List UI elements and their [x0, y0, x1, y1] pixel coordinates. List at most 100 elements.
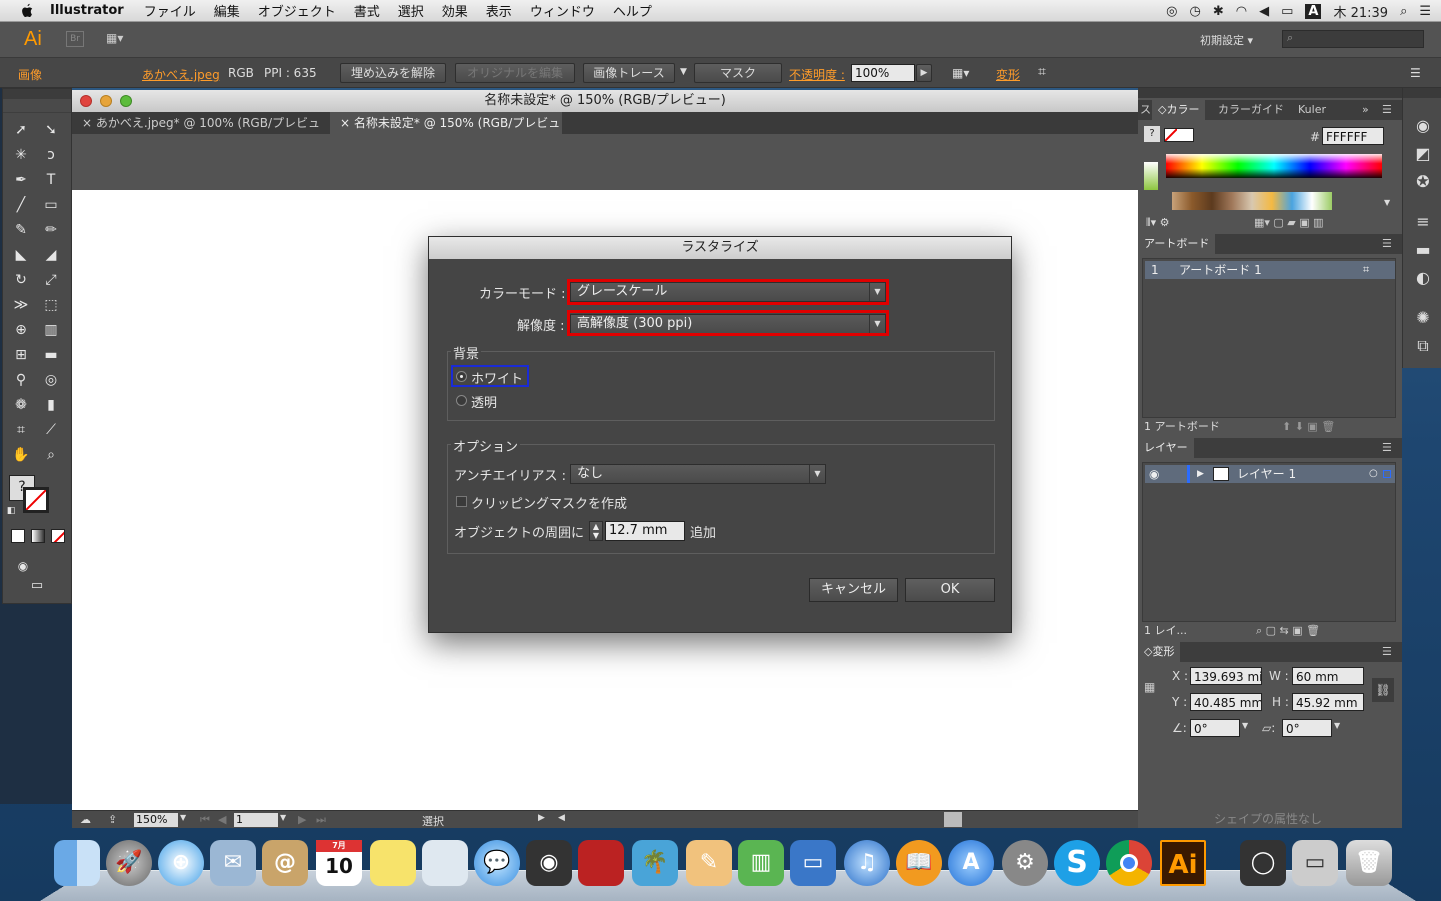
close-window-button[interactable]: [80, 95, 92, 107]
close-tab-icon[interactable]: ×: [82, 116, 92, 130]
rotate-dropdown-icon[interactable]: ▼: [1242, 721, 1248, 730]
panel-menu-icon[interactable]: ☰: [1376, 234, 1398, 254]
tab-layers[interactable]: レイヤー: [1138, 438, 1194, 458]
battery-icon[interactable]: ▭: [1281, 4, 1293, 19]
minimize-window-button[interactable]: [100, 95, 112, 107]
clipping-mask-label[interactable]: クリッピングマスクを作成: [471, 493, 627, 512]
pen-tool-icon[interactable]: ✒: [9, 169, 33, 191]
tools-panel-grip[interactable]: [3, 99, 71, 113]
spotlight-icon[interactable]: ⌕: [1400, 4, 1407, 19]
menu-help[interactable]: ヘルプ: [613, 1, 652, 20]
menu-select[interactable]: 選択: [398, 1, 424, 20]
bg-transparent-label[interactable]: 透明: [471, 392, 497, 411]
panel-expand-icon[interactable]: »: [1356, 100, 1375, 120]
swatch-library-icon[interactable]: ⫴▾ ⚙: [1146, 216, 1170, 230]
layer-row[interactable]: ◉ ▶ レイヤー 1 ○: [1145, 465, 1395, 483]
shear-dropdown-icon[interactable]: ▼: [1334, 721, 1340, 730]
tab-artboards[interactable]: アートボード: [1138, 234, 1216, 254]
document-title-bar[interactable]: 名称未設定* @ 150% (RGB/プレビュー): [72, 90, 1138, 112]
gradient-mode-button[interactable]: [31, 529, 45, 543]
perspective-grid-tool-icon[interactable]: ▥: [39, 319, 63, 341]
swatch-scroll-icon[interactable]: ▼: [1384, 198, 1390, 207]
notification-center-icon[interactable]: ☰: [1419, 4, 1431, 19]
tab-swatches[interactable]: ス: [1138, 100, 1153, 120]
image-trace-button[interactable]: 画像トレース: [583, 63, 675, 83]
artboard-actions-icons[interactable]: ⬆ ⬇ ▣ 🗑: [1282, 418, 1335, 436]
graphic-styles-icon[interactable]: ◩: [1412, 144, 1434, 164]
hand-tool-icon[interactable]: ✋: [9, 444, 33, 466]
appearance-icon[interactable]: ◉: [1412, 116, 1434, 136]
brushes-panel-icon[interactable]: ✺: [1412, 308, 1434, 328]
links-panel-icon[interactable]: ⧉: [1412, 336, 1434, 356]
tab-akabee[interactable]: × あかべえ.jpeg* @ 100% (RGB/プレビュー): [72, 112, 330, 152]
share-icon[interactable]: ⇪: [108, 813, 117, 826]
system-preferences-icon[interactable]: ⚙: [1002, 840, 1048, 886]
paintbrush-tool-icon[interactable]: ✎: [9, 219, 33, 241]
zoom-tool-icon[interactable]: ⌕: [39, 444, 63, 466]
horizontal-scrollbar-thumb[interactable]: [944, 812, 962, 827]
rotate-tool-icon[interactable]: ↻: [9, 269, 33, 291]
tab-color[interactable]: ◇カラー: [1152, 100, 1206, 120]
tab-transform[interactable]: ◇変形: [1138, 642, 1181, 662]
screen-mode-icon[interactable]: ▭: [25, 575, 49, 597]
gradient-panel-icon[interactable]: ▬: [1412, 240, 1434, 260]
tab-kuler[interactable]: Kuler: [1292, 100, 1332, 120]
scale-tool-icon[interactable]: ⤢: [39, 269, 63, 291]
magic-wand-tool-icon[interactable]: ✳: [9, 144, 33, 166]
help-search-input[interactable]: ⌕: [1282, 30, 1424, 48]
iphoto-icon[interactable]: 🌴: [632, 840, 678, 886]
time-machine-icon[interactable]: ◷: [1190, 4, 1201, 19]
volume-icon[interactable]: ◀: [1259, 4, 1269, 19]
gradient-tool-icon[interactable]: ▬: [39, 344, 63, 366]
control-panel-menu-icon[interactable]: ☰: [1410, 66, 1421, 80]
shear-input[interactable]: 0°: [1282, 719, 1332, 737]
numbers-icon[interactable]: ▥: [738, 840, 784, 886]
color-spectrum[interactable]: [1166, 154, 1382, 178]
stroke-swatch[interactable]: [23, 487, 49, 513]
none-mode-button[interactable]: [51, 529, 65, 543]
symbols-icon[interactable]: ✪: [1412, 172, 1434, 192]
zoom-dropdown-icon[interactable]: ▼: [180, 813, 186, 822]
blend-tool-icon[interactable]: ◎: [39, 369, 63, 391]
opacity-arrow-button[interactable]: ▶: [916, 64, 932, 82]
color-swatch-row[interactable]: [1164, 128, 1194, 142]
opacity-link[interactable]: 不透明度 :: [789, 66, 845, 83]
menu-type[interactable]: 書式: [354, 1, 380, 20]
line-tool-icon[interactable]: ╱: [9, 194, 33, 216]
linked-file-link[interactable]: あかべえ.jpeg: [142, 66, 220, 83]
first-page-icon[interactable]: ⏮: [200, 813, 210, 827]
illustrator-icon[interactable]: Ai: [1160, 840, 1206, 886]
menu-app-name[interactable]: Illustrator: [50, 3, 124, 18]
tools-panel-header[interactable]: [3, 89, 71, 99]
screenshot-icon[interactable]: ▭: [1292, 840, 1338, 886]
stroke-panel-icon[interactable]: ≡: [1412, 212, 1434, 232]
mask-button[interactable]: マスク: [694, 63, 782, 83]
keynote-icon[interactable]: ▭: [790, 840, 836, 886]
width-tool-icon[interactable]: ≫: [9, 294, 33, 316]
messages-icon[interactable]: 💬: [474, 840, 520, 886]
artboard-row[interactable]: 1 アートボード 1 ⌗: [1145, 261, 1395, 279]
rotate-input[interactable]: 0°: [1190, 719, 1240, 737]
direct-selection-tool-icon[interactable]: ➘: [39, 119, 63, 141]
visibility-eye-icon[interactable]: ◉: [1149, 465, 1159, 483]
chrome-icon[interactable]: [1106, 840, 1152, 886]
rectangle-tool-icon[interactable]: ▭: [39, 194, 63, 216]
ibooks-icon[interactable]: 📖: [896, 840, 942, 886]
edit-original-button[interactable]: オリジナルを編集: [455, 63, 575, 83]
tab-color-guide[interactable]: カラーガイド: [1212, 100, 1290, 120]
next-page-icon[interactable]: ▶: [298, 813, 306, 826]
panel-menu-icon[interactable]: ☰: [1376, 438, 1398, 458]
layer-selection-indicator[interactable]: [1383, 470, 1391, 478]
itunes-icon[interactable]: ♫: [844, 840, 890, 886]
menu-object[interactable]: オブジェクト: [258, 1, 336, 20]
antialias-select[interactable]: なし ▼: [570, 464, 826, 484]
swatch-strip[interactable]: [1172, 192, 1332, 210]
h-input[interactable]: 45.92 mm: [1292, 693, 1364, 711]
clipping-mask-checkbox[interactable]: [456, 496, 467, 507]
eyedropper-tool-icon[interactable]: ⚲: [9, 369, 33, 391]
launchpad-icon[interactable]: 🚀: [106, 840, 152, 886]
transparency-panel-icon[interactable]: ◐: [1412, 268, 1434, 288]
prev-page-icon[interactable]: ◀: [218, 813, 226, 826]
creative-cloud-icon[interactable]: ◎: [1166, 4, 1177, 19]
slice-tool-icon[interactable]: ⟋: [39, 419, 63, 441]
